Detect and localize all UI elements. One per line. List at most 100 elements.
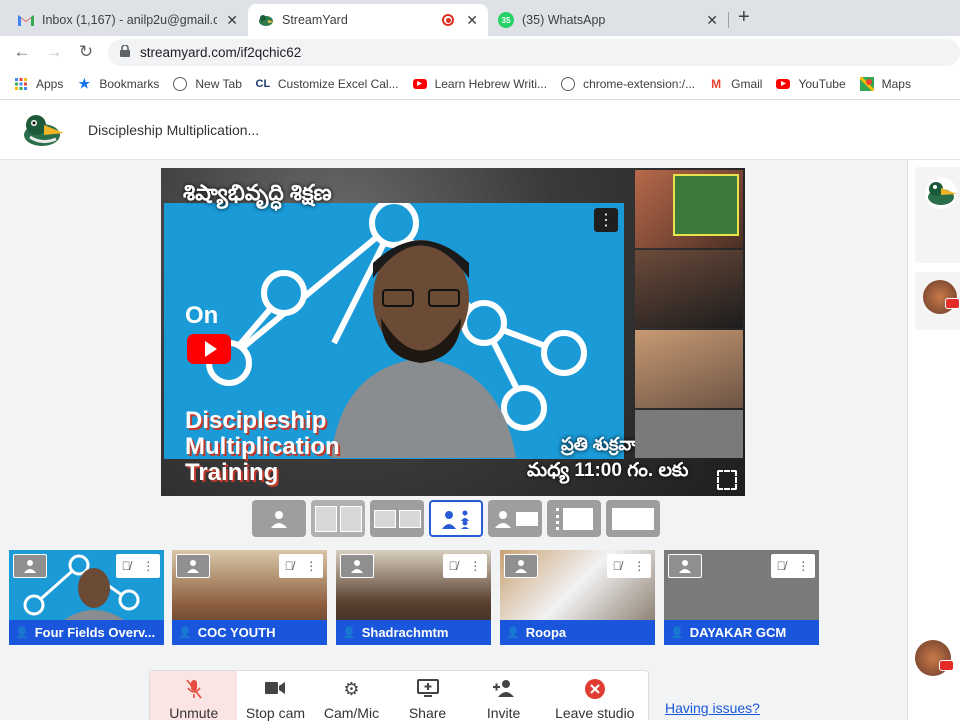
cam-mic-label: Cam/Mic <box>323 705 380 721</box>
new-tab-icon[interactable]: + <box>738 6 750 29</box>
participant-tile[interactable]: 🎙̸ ⋮ 👤 Four Fields Overv... <box>9 550 164 645</box>
add-to-stage-button[interactable] <box>176 554 210 578</box>
more-options-icon[interactable]: ⋮ <box>142 559 154 573</box>
url-text: streamyard.com/if2qchic62 <box>140 45 302 60</box>
bookmark-gmail[interactable]: M Gmail <box>709 77 762 91</box>
participant-tile[interactable]: 🎙̸ ⋮ 👤 COC YOUTH <box>172 550 327 645</box>
invite-button[interactable]: Invite <box>466 671 542 721</box>
stage-more-options-icon[interactable]: ⋮ <box>594 208 618 232</box>
maps-icon <box>859 76 874 91</box>
close-tab-icon[interactable]: ✕ <box>706 12 718 29</box>
bookmark-label: Bookmarks <box>99 76 160 91</box>
participant-name-bar: 👤 COC YOUTH <box>172 620 327 645</box>
training-title-line: Discipleship <box>185 407 327 434</box>
unmute-button[interactable]: Unmute <box>150 671 238 721</box>
cl-logo-icon: CL <box>255 77 271 90</box>
mic-off-icon[interactable]: 🎙̸ <box>449 559 458 573</box>
more-options-icon[interactable]: ⋮ <box>305 559 317 573</box>
layout-leader-button[interactable] <box>429 500 483 537</box>
bookmark-youtube[interactable]: ▶ YouTube <box>776 76 846 91</box>
bookmark-apps[interactable]: Apps <box>14 77 63 91</box>
training-title-line: Training <box>185 459 279 486</box>
tab-gmail[interactable]: Inbox (1,167) - anilp2u@gmail.com ✕ <box>8 4 248 36</box>
bookmark-maps[interactable]: Maps <box>859 76 911 91</box>
whatsapp-icon: 35 <box>498 12 514 28</box>
bookmark-customize-excel[interactable]: CL Customize Excel Cal... <box>256 77 399 91</box>
mic-off-icon <box>186 679 202 699</box>
lock-icon <box>120 44 130 60</box>
add-to-stage-button[interactable] <box>668 554 702 578</box>
stage-thumb-1 <box>635 170 743 248</box>
mic-off-icon[interactable]: 🎙̸ <box>777 559 786 573</box>
main-stage: శిష్యాభివృద్ధి శిక్షణ On Discipleship Mu… <box>161 168 745 496</box>
streamyard-logo-icon[interactable] <box>22 111 64 154</box>
more-options-icon[interactable]: ⋮ <box>469 559 481 573</box>
participant-name: COC YOUTH <box>197 625 276 640</box>
stage-thumb-4 <box>635 410 743 458</box>
person-icon: 👤 <box>342 627 356 639</box>
bookmark-label: Customize Excel Cal... <box>277 76 399 91</box>
forward-icon[interactable]: → <box>38 42 70 62</box>
star-icon: ★ <box>78 75 91 91</box>
having-issues-link[interactable]: Having issues? <box>665 700 760 716</box>
leave-studio-button[interactable]: Leave studio <box>542 671 648 721</box>
add-to-stage-button[interactable] <box>504 554 538 578</box>
more-options-icon[interactable]: ⋮ <box>633 559 645 573</box>
participant-name: Roopa <box>525 625 567 640</box>
bookmark-chrome-extension[interactable]: chrome-extension:/... <box>561 76 695 91</box>
streamyard-avatar-icon <box>925 177 957 209</box>
url-field[interactable]: streamyard.com/if2qchic62 <box>108 39 960 66</box>
stage-thumb-2 <box>635 250 743 328</box>
add-to-stage-button[interactable] <box>13 554 47 578</box>
mic-off-icon[interactable]: 🎙̸ <box>122 559 131 573</box>
participant-name-bar: 👤 Shadrachmtm <box>336 620 491 645</box>
thumb-poster <box>673 174 739 236</box>
bookmark-label: YouTube <box>798 76 846 91</box>
bookmark-new-tab[interactable]: New Tab <box>173 76 242 91</box>
add-to-stage-button[interactable] <box>340 554 374 578</box>
participant-tile[interactable]: 🎙̸ ⋮ 👤 Shadrachmtm <box>336 550 491 645</box>
participant-tile[interactable]: 🎙̸ ⋮ 👤 DAYAKAR GCM <box>664 550 819 645</box>
close-tab-icon[interactable]: ✕ <box>466 12 478 29</box>
youtube-logo-icon <box>187 334 231 364</box>
layout-screen-button[interactable] <box>547 500 601 537</box>
layout-cropped-button[interactable] <box>311 500 365 537</box>
layout-full-screen-button[interactable] <box>606 500 660 537</box>
bookmark-label: Maps <box>881 76 911 91</box>
bookmark-bookmarks[interactable]: ★ Bookmarks <box>77 75 160 91</box>
recording-icon <box>442 14 454 26</box>
more-options-icon[interactable]: ⋮ <box>797 559 809 573</box>
mic-off-icon[interactable]: 🎙̸ <box>613 559 622 573</box>
bookmark-learn-hebrew[interactable]: ▶ Learn Hebrew Writi... <box>412 77 547 91</box>
studio-header: Discipleship Multiplication... <box>0 101 960 160</box>
stop-cam-button[interactable]: Stop cam <box>237 671 313 721</box>
address-bar-row: ← → ↻ streamyard.com/if2qchic62 <box>0 36 960 68</box>
reload-icon[interactable]: ↻ <box>70 42 102 62</box>
layout-solo-button[interactable] <box>252 500 306 537</box>
close-tab-icon[interactable]: ✕ <box>226 12 238 29</box>
person-icon: 👤 <box>506 627 520 639</box>
participant-tile[interactable]: 🎙̸ ⋮ 👤 Roopa <box>500 550 655 645</box>
tab-title: (35) WhatsApp <box>522 13 606 27</box>
participant-name: DAYAKAR GCM <box>689 625 787 640</box>
back-icon[interactable]: ← <box>6 42 38 62</box>
mic-off-icon[interactable]: 🎙̸ <box>285 559 294 573</box>
participant-name-bar: 👤 Roopa <box>500 620 655 645</box>
participant-name: Four Fields Overv... <box>34 625 156 640</box>
destination-card[interactable] <box>915 272 960 330</box>
share-button[interactable]: Share <box>390 671 466 721</box>
youtube-icon: ▶ <box>412 78 427 89</box>
tile-controls: 🎙̸ ⋮ <box>607 554 651 578</box>
tab-streamyard[interactable]: StreamYard ✕ <box>248 4 488 36</box>
layout-news-button[interactable] <box>488 500 542 537</box>
broadcast-title[interactable]: Discipleship Multiplication... <box>88 122 259 138</box>
youtube-icon: ▶ <box>776 78 791 89</box>
fullscreen-icon[interactable] <box>717 470 737 490</box>
tab-whatsapp[interactable]: 35 (35) WhatsApp ✕ <box>488 4 728 36</box>
globe-icon <box>561 76 576 91</box>
layout-group-button[interactable] <box>370 500 424 537</box>
brand-logo-card[interactable] <box>915 167 960 263</box>
on-label: On <box>185 302 219 329</box>
speaker-video <box>311 218 531 458</box>
cam-mic-settings-button[interactable]: ⚙ Cam/Mic <box>313 671 389 721</box>
